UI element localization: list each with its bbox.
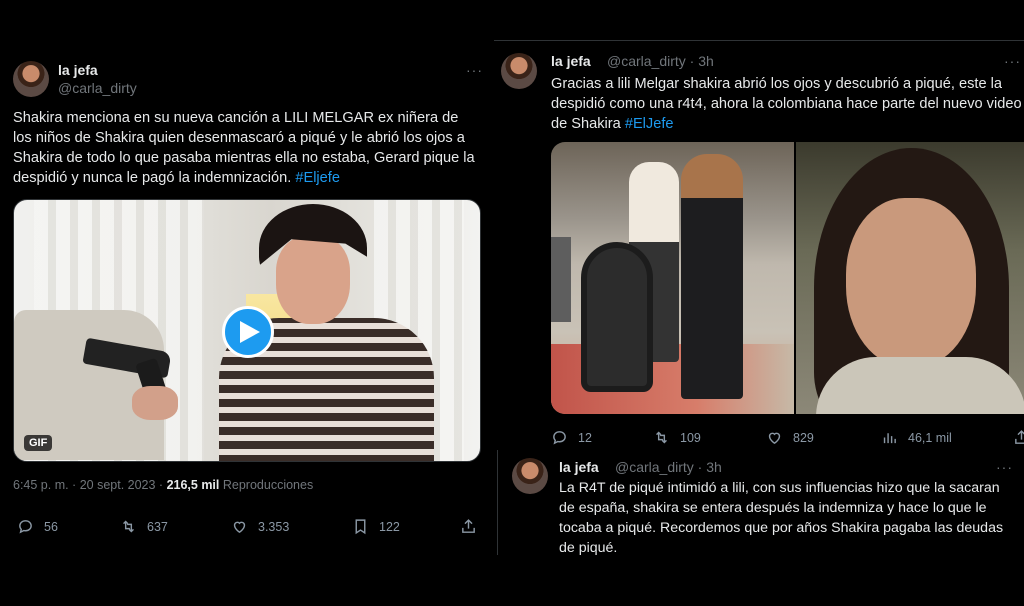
retweet-button[interactable]: 637 bbox=[120, 518, 168, 535]
retweet-count: 109 bbox=[680, 430, 701, 445]
reply-tweet: la jefa @carla_dirty · 3h ··· La R4T de … bbox=[497, 450, 1024, 556]
views-label: Reproducciones bbox=[222, 478, 314, 492]
avatar[interactable] bbox=[501, 53, 537, 89]
bookmark-count: 122 bbox=[379, 519, 400, 534]
more-options-icon[interactable]: ··· bbox=[466, 62, 483, 78]
like-button[interactable]: 3.353 bbox=[231, 518, 289, 535]
more-options-icon[interactable]: ··· bbox=[996, 459, 1013, 475]
retweet-icon bbox=[123, 520, 134, 533]
like-count: 3.353 bbox=[258, 519, 290, 534]
avatar[interactable] bbox=[13, 61, 49, 97]
retweet-count: 637 bbox=[147, 519, 168, 534]
author-name[interactable]: la jefa bbox=[551, 53, 591, 69]
hashtag-link[interactable]: #ElJefe bbox=[625, 116, 674, 132]
views-button[interactable]: 46,1 mil bbox=[881, 429, 952, 446]
reply-icon bbox=[19, 520, 32, 534]
tweet-body: Shakira menciona en su nueva canción a L… bbox=[13, 110, 475, 186]
author-handle[interactable]: @carla_dirty · 3h bbox=[615, 459, 722, 475]
avatar[interactable] bbox=[512, 458, 548, 494]
right-tweet: la jefa @carla_dirty · 3h ··· Gracias a … bbox=[494, 40, 1024, 460]
gif-media[interactable]: GIF bbox=[13, 199, 481, 462]
reply-icon bbox=[553, 431, 566, 445]
share-button[interactable] bbox=[460, 518, 477, 535]
play-icon[interactable] bbox=[222, 306, 274, 358]
reply-text: La R4T de piqué intimidó a lili, con sus… bbox=[559, 480, 1004, 556]
share-icon bbox=[1015, 430, 1024, 444]
share-icon bbox=[462, 519, 475, 533]
views-count: 216,5 mil bbox=[166, 478, 220, 492]
heart-icon bbox=[233, 521, 246, 534]
reply-count: 12 bbox=[578, 430, 592, 445]
reply-button[interactable]: 12 bbox=[551, 429, 592, 446]
retweet-icon bbox=[656, 431, 667, 444]
author-name[interactable]: la jefa bbox=[559, 459, 599, 475]
bookmark-icon bbox=[355, 519, 366, 535]
more-options-icon[interactable]: ··· bbox=[1004, 53, 1021, 69]
retweet-button[interactable]: 109 bbox=[653, 429, 701, 446]
tweet-timestamp: 6:45 p. m. · 20 sept. 2023 · 216,5 mil R… bbox=[13, 478, 313, 492]
tweet-body: Gracias a lili Melgar shakira abrió los … bbox=[551, 76, 1022, 132]
tweet-text: Gracias a lili Melgar shakira abrió los … bbox=[551, 74, 1024, 134]
left-tweet: la jefa @carla_dirty ··· Shakira mencion… bbox=[0, 44, 492, 564]
heart-icon bbox=[768, 432, 781, 445]
airport-photo[interactable] bbox=[551, 142, 794, 414]
portrait-photo[interactable] bbox=[796, 142, 1024, 414]
hashtag-link[interactable]: #Eljefe bbox=[295, 170, 340, 186]
views-count: 46,1 mil bbox=[908, 430, 952, 445]
like-button[interactable]: 829 bbox=[766, 429, 814, 446]
author-handle[interactable]: @carla_dirty bbox=[58, 80, 137, 96]
reply-button[interactable]: 56 bbox=[17, 518, 58, 535]
views-chart-icon bbox=[883, 433, 896, 444]
like-count: 829 bbox=[793, 430, 814, 445]
gif-badge: GIF bbox=[24, 435, 53, 451]
author-handle[interactable]: @carla_dirty · 3h bbox=[607, 53, 714, 69]
tweet-text: Shakira menciona en su nueva canción a L… bbox=[13, 108, 481, 188]
photo-grid bbox=[551, 142, 1024, 414]
time-date[interactable]: 6:45 p. m. · 20 sept. 2023 · bbox=[13, 478, 167, 492]
author-name[interactable]: la jefa bbox=[58, 62, 98, 78]
reply-count: 56 bbox=[44, 519, 58, 534]
bookmark-button[interactable]: 122 bbox=[352, 518, 400, 535]
share-button[interactable] bbox=[1013, 429, 1024, 446]
